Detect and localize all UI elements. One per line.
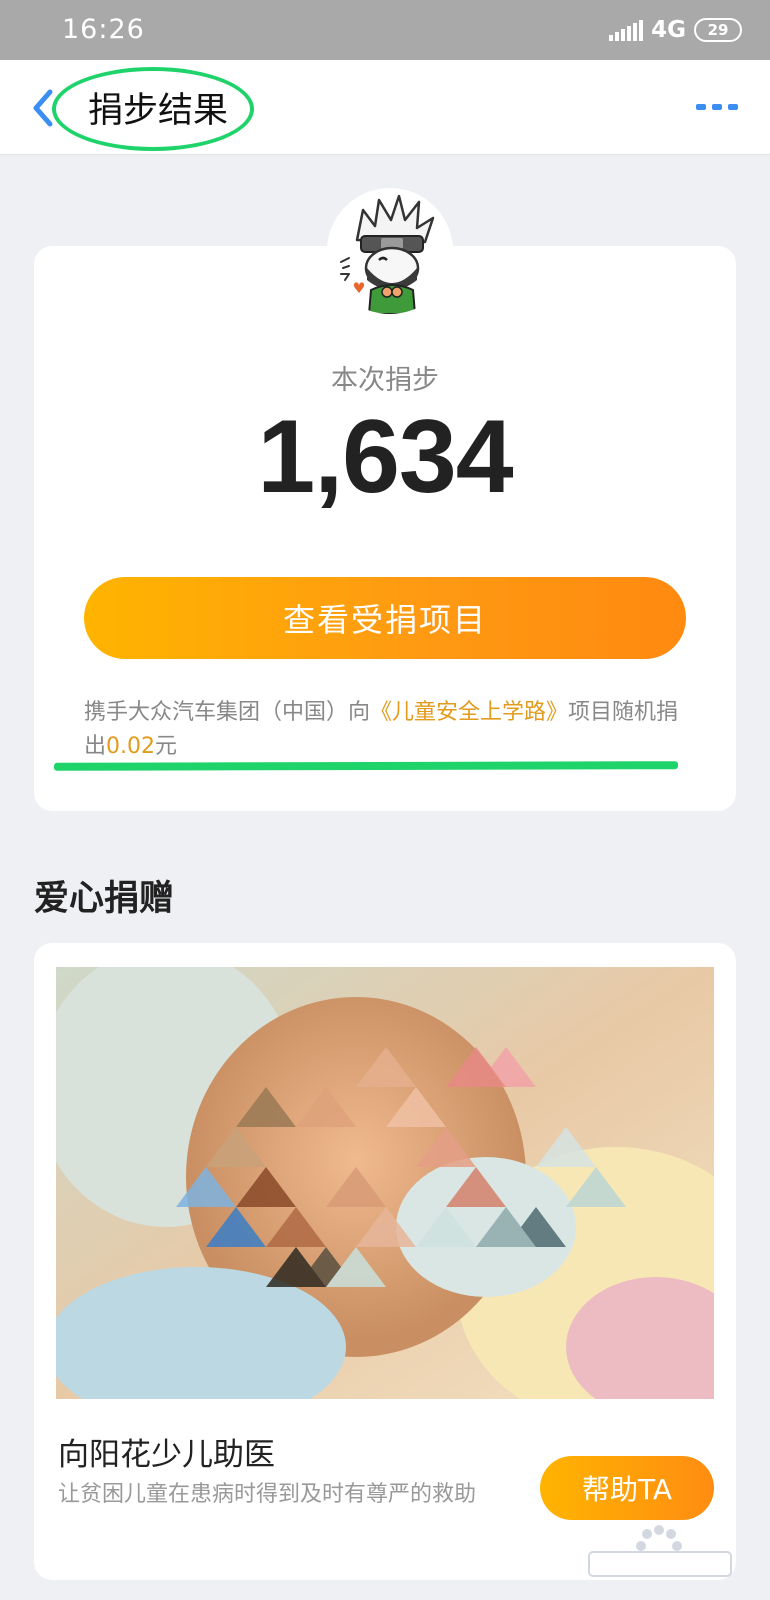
step-result-card: 本次捐步 1,634 查看受捐项目 携手大众汽车集团（中国）向《儿童安全上学路》… [34,246,736,811]
more-dots-icon [696,104,706,110]
project-description: 让贫困儿童在患病时得到及时有尊严的救助 [58,1482,477,1507]
baidu-jingyan-watermark-icon [585,1520,735,1590]
project-name: 向阳花少儿助医 [58,1437,275,1473]
pixelated-baby-photo-icon [56,967,714,1399]
nav-bar: 捐步结果 [0,60,770,155]
page-title: 捐步结果 [88,91,229,131]
status-time: 16:26 [62,14,145,45]
avatar [327,188,453,314]
step-count: 1,634 [257,399,513,515]
ninja-avatar-icon [327,188,453,314]
donation-amount: 0.02 [106,734,155,759]
status-bar: 16:26 4G 29 [0,0,770,60]
status-indicators: 4G 29 [609,16,742,44]
signal-icon [609,19,644,41]
donation-description: 携手大众汽车集团（中国）向《儿童安全上学路》项目随机捐出0.02元 [84,696,684,764]
charity-project-card[interactable]: 向阳花少儿助医 让贫困儿童在患病时得到及时有尊严的救助 帮助TA [34,943,736,1580]
project-link[interactable]: 《儿童安全上学路》 [370,700,568,725]
project-cover-image[interactable] [56,967,714,1399]
charity-section-heading: 爱心捐赠 [34,879,175,919]
network-type: 4G [651,17,686,43]
more-button[interactable] [696,100,740,114]
desc-suffix: 元 [155,734,178,759]
result-label: 本次捐步 [331,365,439,396]
desc-prefix: 携手大众汽车集团（中国）向 [84,700,371,725]
help-button[interactable]: 帮助TA [540,1456,714,1520]
view-project-button[interactable]: 查看受捐项目 [84,577,686,659]
battery-icon: 29 [694,18,742,42]
annotation-underline [53,761,679,771]
